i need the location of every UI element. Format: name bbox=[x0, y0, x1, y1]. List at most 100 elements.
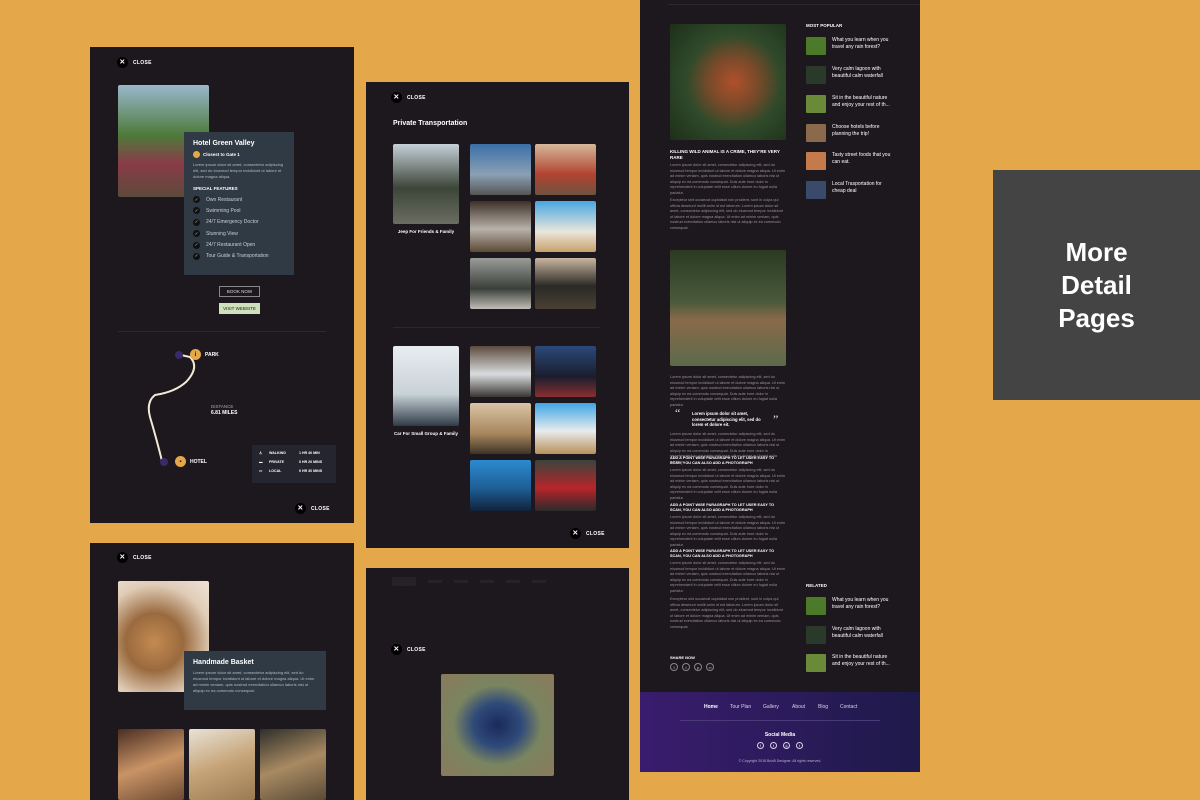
deer-photo bbox=[670, 250, 786, 366]
post-thumb bbox=[806, 124, 826, 142]
close-icon: ✕ bbox=[117, 552, 128, 563]
distance-label: DISTANCE bbox=[211, 404, 234, 409]
park-dot bbox=[175, 351, 183, 359]
post-thumb bbox=[806, 37, 826, 55]
basket-description: Lorem ipsum dolor sit amet, consectetur … bbox=[193, 670, 315, 693]
facebook-icon[interactable]: f bbox=[757, 742, 764, 749]
share-title: SHARE NOW bbox=[670, 655, 695, 660]
close-icon: ✕ bbox=[391, 92, 402, 103]
jeep-photo[interactable] bbox=[393, 144, 459, 224]
footer-nav-home[interactable]: Home bbox=[704, 704, 718, 710]
close-button[interactable]: ✕ CLOSE bbox=[391, 92, 426, 103]
post-thumb bbox=[806, 654, 826, 672]
social-title: Social Media bbox=[764, 732, 796, 738]
mode-row: ♙ WALKING 1 HR 40 MIN bbox=[259, 451, 320, 455]
related-title: RELATED bbox=[806, 583, 827, 588]
park-marker: i PARK bbox=[190, 349, 219, 360]
close-icon: ✕ bbox=[391, 644, 402, 655]
close-icon: ✕ bbox=[295, 503, 306, 514]
car-thumb[interactable] bbox=[470, 201, 531, 252]
basket-info-card: Handmade Basket Lorem ipsum dolor sit am… bbox=[184, 651, 326, 710]
distance-value: 6.81 MILES bbox=[211, 410, 238, 416]
popular-item[interactable]: Sit in the beautiful nature and enjoy yo… bbox=[806, 95, 894, 113]
post-thumb bbox=[806, 152, 826, 170]
travel-modes-card: ♙ WALKING 1 HR 40 MIN ▬ PRIVATE 0 HR 20 MINS… bbox=[252, 445, 336, 483]
dimmed-header bbox=[392, 576, 602, 586]
footer-nav-about[interactable]: About bbox=[792, 704, 805, 710]
basket-thumb[interactable] bbox=[260, 729, 326, 800]
car-thumb[interactable] bbox=[535, 460, 596, 511]
popular-title: MOST POPULAR bbox=[806, 23, 843, 28]
basket-thumb[interactable] bbox=[189, 729, 255, 800]
blog-paragraph: Lorem ipsum dolor sit amet, consectetur … bbox=[670, 515, 786, 547]
gallery-popup-panel: ✕ CLOSE bbox=[366, 568, 629, 800]
close-button-bottom[interactable]: ✕ CLOSE bbox=[570, 528, 605, 539]
footer-nav-tour-plan[interactable]: Tour Plan bbox=[730, 704, 751, 710]
blog-headline: KILLING WILD ANIMAL IS A CRIME, THEY'RE … bbox=[670, 149, 780, 160]
hotel-dot bbox=[160, 458, 168, 466]
footer-divider bbox=[680, 720, 880, 721]
link-share-icon[interactable]: ∞ bbox=[706, 663, 714, 671]
basket-detail-panel: ✕ CLOSE Handmade Basket Lorem ipsum dolor… bbox=[90, 543, 354, 800]
close-button-bottom[interactable]: ✕ CLOSE bbox=[295, 503, 330, 514]
post-thumb bbox=[806, 95, 826, 113]
car-thumb[interactable] bbox=[535, 258, 596, 309]
post-thumb bbox=[806, 626, 826, 644]
popular-item[interactable]: Local Trasportation for cheap deal bbox=[806, 181, 894, 199]
car-photo[interactable] bbox=[393, 346, 459, 426]
hotel-marker: ▪ HOTEL bbox=[175, 456, 207, 467]
copyright: © Copyright 2018 Brizi8 Designer. All ri… bbox=[738, 759, 822, 763]
blog-quote: Lorem ipsum dolor sit amet, consectetur … bbox=[692, 411, 761, 427]
post-thumb bbox=[806, 181, 826, 199]
blog-subhead: ADD A POINT WISE PARAGRAPH TO LET USER E… bbox=[670, 456, 775, 465]
car-thumb[interactable] bbox=[470, 144, 531, 195]
blog-paragraph: Lorem ipsum dolor sit amet, consectetur … bbox=[670, 375, 786, 407]
basket-thumb[interactable] bbox=[118, 729, 184, 800]
instagram-icon[interactable]: ◎ bbox=[783, 742, 790, 749]
blog-subhead: ADD A POINT WISE PARAGRAPH TO LET USER E… bbox=[670, 549, 775, 558]
divider bbox=[393, 327, 600, 328]
basket-title: Handmade Basket bbox=[193, 659, 254, 666]
mode-row: ▭ LOCAL 0 HR 30 MINS bbox=[259, 469, 323, 473]
car-thumb[interactable] bbox=[470, 258, 531, 309]
twitter-share-icon[interactable]: t bbox=[682, 663, 690, 671]
transport-detail-panel: ✕ CLOSE Private Transportation Jeep For F… bbox=[366, 82, 629, 548]
facebook-share-icon[interactable]: f bbox=[670, 663, 678, 671]
hotel-detail-panel: ✕ CLOSE Hotel Green Valley Closest to Gat… bbox=[90, 47, 354, 523]
post-thumb bbox=[806, 597, 826, 615]
car-thumb[interactable] bbox=[535, 201, 596, 252]
footer-nav-gallery[interactable]: Gallery bbox=[763, 704, 779, 710]
popular-item[interactable]: What you learn when you travel any rain … bbox=[806, 37, 894, 55]
tumblr-icon[interactable]: t bbox=[796, 742, 803, 749]
top-divider bbox=[668, 4, 920, 5]
jeep-caption: Jeep For Friends & Family bbox=[397, 229, 455, 234]
blog-paragraph: Excepteur sint occaecat cupidatat non pr… bbox=[670, 597, 783, 629]
related-item[interactable]: What you learn when you travel any rain … bbox=[806, 597, 894, 615]
post-thumb bbox=[806, 66, 826, 84]
badge-line-2: Detail bbox=[1061, 269, 1132, 300]
car-thumb[interactable] bbox=[470, 346, 531, 397]
twitter-icon[interactable]: t bbox=[770, 742, 777, 749]
close-button[interactable]: ✕ CLOSE bbox=[117, 552, 152, 563]
popular-item[interactable]: Tasty street foods that you can eat. bbox=[806, 152, 894, 170]
popular-item[interactable]: Very calm lagoon with beautiful calm wat… bbox=[806, 66, 894, 84]
mode-row: ▬ PRIVATE 0 HR 20 MINS bbox=[259, 460, 323, 464]
close-button[interactable]: ✕ CLOSE bbox=[391, 644, 426, 655]
related-item[interactable]: Very calm lagoon with beautiful calm wat… bbox=[806, 626, 894, 644]
walk-icon: ♙ bbox=[259, 451, 263, 455]
car-thumb[interactable] bbox=[470, 460, 531, 511]
car-thumb[interactable] bbox=[535, 144, 596, 195]
car-caption: Car For Small Group & Family bbox=[393, 431, 458, 436]
more-detail-badge: More Detail Pages bbox=[993, 170, 1200, 400]
related-item[interactable]: Sit in the beautiful nature and enjoy yo… bbox=[806, 654, 894, 672]
popular-item[interactable]: Choose hotels before planning the trip! bbox=[806, 124, 894, 142]
car-thumb[interactable] bbox=[535, 403, 596, 454]
bus-icon: ▭ bbox=[259, 469, 263, 473]
blog-paragraph: Excepteur sint occaecat cupidatat non pr… bbox=[670, 198, 783, 230]
car-thumb[interactable] bbox=[535, 346, 596, 397]
site-footer: Home Tour Plan Gallery About Blog Contac… bbox=[640, 692, 920, 772]
car-thumb[interactable] bbox=[470, 403, 531, 454]
footer-nav-blog[interactable]: Blog bbox=[818, 704, 828, 710]
pinterest-share-icon[interactable]: p bbox=[694, 663, 702, 671]
footer-nav-contact[interactable]: Contact bbox=[840, 704, 857, 710]
